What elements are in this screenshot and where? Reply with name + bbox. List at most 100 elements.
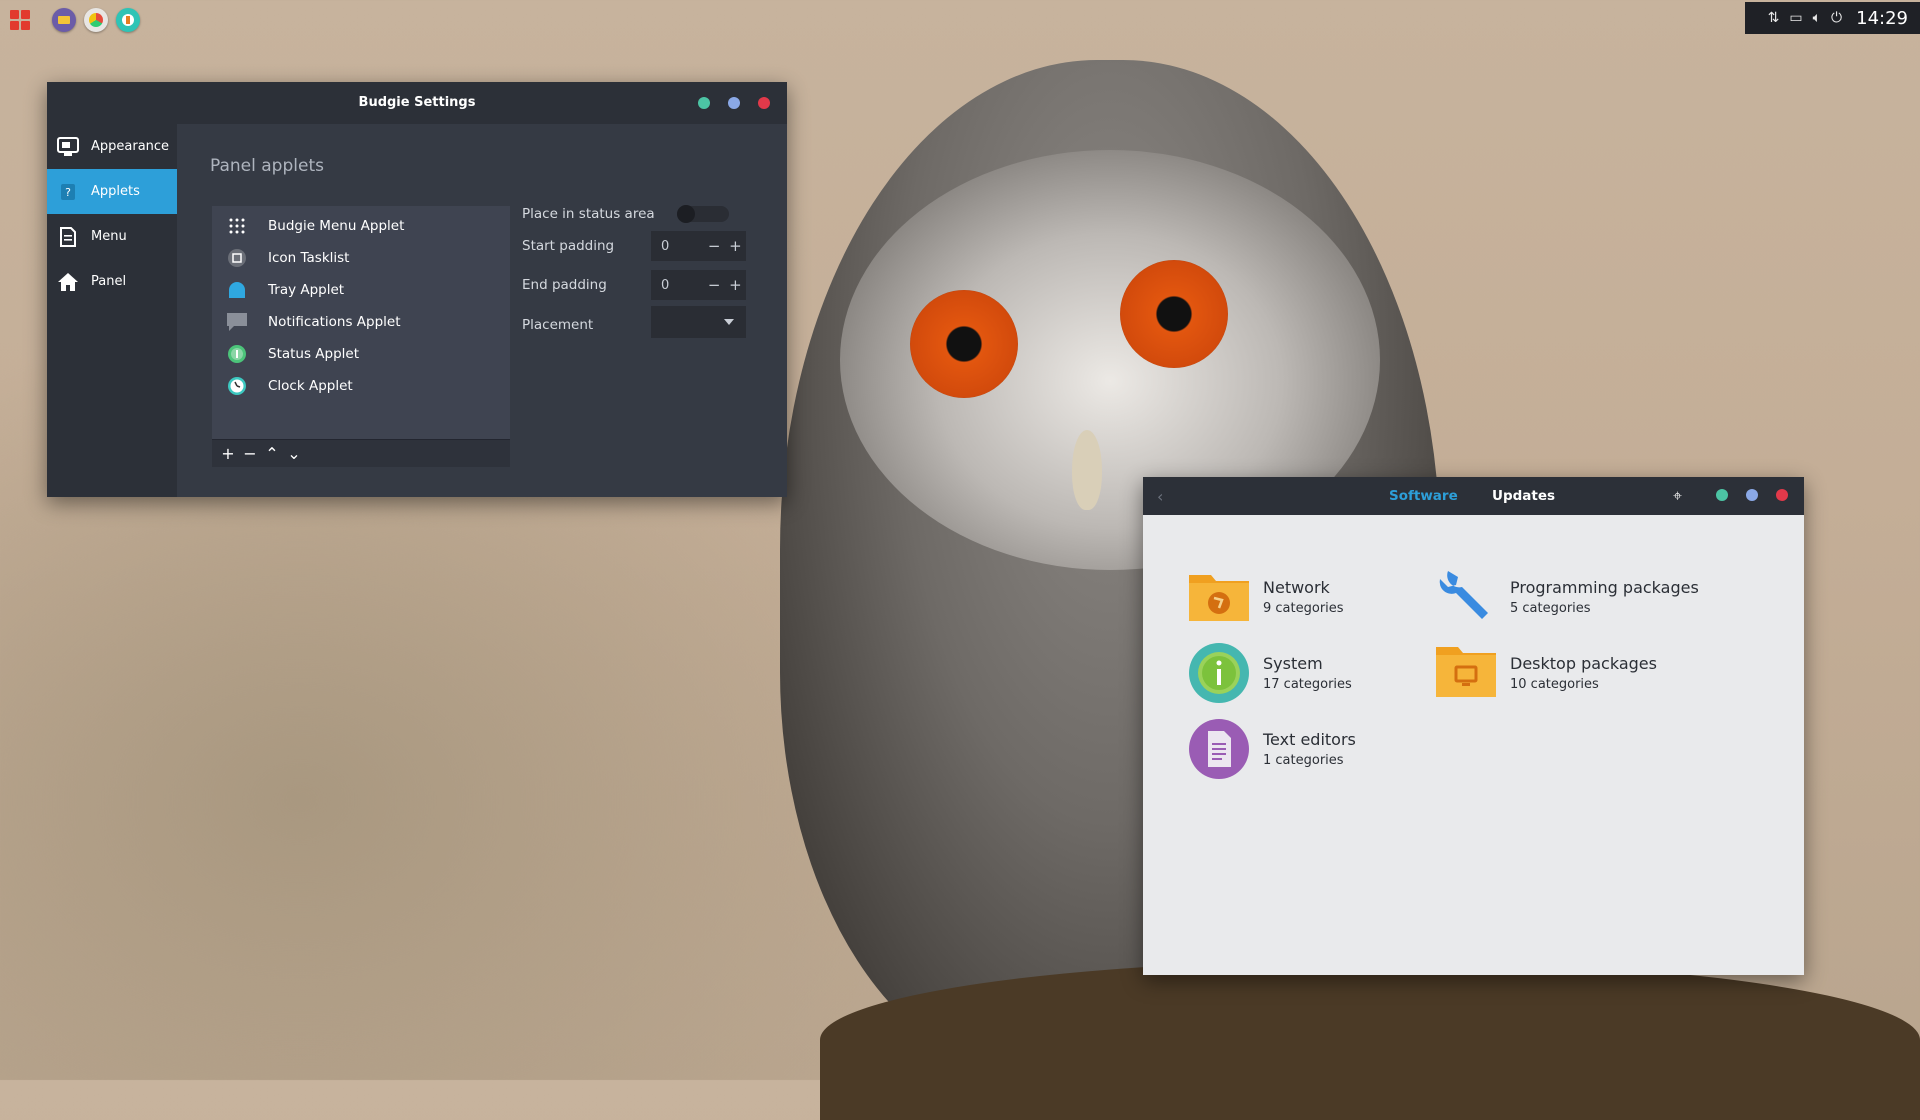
window-title: Budgie Settings xyxy=(358,95,476,110)
remove-applet-button[interactable]: − xyxy=(242,444,258,463)
list-item[interactable]: Status Applet xyxy=(212,338,510,370)
software-center-icon[interactable] xyxy=(116,8,140,32)
category-desktop-packages[interactable]: Desktop packages 10 categories xyxy=(1434,641,1657,705)
tab-software[interactable]: Software xyxy=(1389,488,1458,504)
applet-label: Budgie Menu Applet xyxy=(268,218,405,234)
category-count: 1 categories xyxy=(1263,753,1344,768)
category-network[interactable]: Network 9 categories xyxy=(1187,565,1344,629)
settings-sidebar: Appearance ? Applets Menu Panel xyxy=(47,124,177,497)
sidebar-item-panel[interactable]: Panel xyxy=(47,259,177,304)
chevron-left-icon[interactable]: ‹ xyxy=(1157,487,1163,506)
start-padding-stepper[interactable]: 0 − + xyxy=(651,231,746,261)
sidebar-item-applets[interactable]: ? Applets xyxy=(47,169,177,214)
add-applet-button[interactable]: + xyxy=(220,444,236,463)
volume-icon[interactable]: 🔈︎ xyxy=(1813,10,1821,26)
system-info-icon xyxy=(1187,641,1251,705)
list-item[interactable]: Notifications Applet xyxy=(212,306,510,338)
section-heading: Panel applets xyxy=(210,156,324,176)
switch-knob xyxy=(677,205,695,223)
desktop-folder-icon xyxy=(1434,641,1498,705)
perch xyxy=(820,960,1920,1120)
minimize-button[interactable] xyxy=(698,97,710,109)
grid-icon xyxy=(226,215,248,237)
list-item[interactable]: Icon Tasklist xyxy=(212,242,510,274)
status-icon xyxy=(226,343,248,365)
category-system[interactable]: System 17 categories xyxy=(1187,641,1352,705)
sidebar-item-menu[interactable]: Menu xyxy=(47,214,177,259)
start-padding-increment-button[interactable]: + xyxy=(725,237,746,255)
files-icon[interactable] xyxy=(52,8,76,32)
close-button[interactable] xyxy=(1776,489,1788,501)
start-padding-label: Start padding xyxy=(522,238,615,254)
titlebar[interactable]: Budgie Settings xyxy=(47,82,787,124)
category-text-editors[interactable]: Text editors 1 categories xyxy=(1187,717,1356,781)
move-up-button[interactable]: ⌃ xyxy=(264,444,280,463)
clock[interactable]: 14:29 xyxy=(1856,8,1908,29)
tab-updates[interactable]: Updates xyxy=(1492,488,1555,504)
sidebar-item-label: Appearance xyxy=(91,139,170,154)
svg-text:?: ? xyxy=(65,186,71,199)
applet-label: Clock Applet xyxy=(268,378,353,394)
applets-icon: ? xyxy=(57,181,79,203)
category-name: Desktop packages xyxy=(1510,654,1657,673)
end-padding-stepper[interactable]: 0 − + xyxy=(651,270,746,300)
placement-select[interactable] xyxy=(651,306,746,338)
place-in-status-label: Place in status area xyxy=(522,206,655,222)
owl-beak xyxy=(1072,430,1102,510)
category-name: Network xyxy=(1263,578,1330,597)
start-padding-value[interactable]: 0 xyxy=(651,239,704,254)
notification-icon xyxy=(226,311,248,333)
applet-list: Budgie Menu Applet Icon Tasklist Tray Ap… xyxy=(212,206,510,446)
list-item[interactable]: Tray Applet xyxy=(212,274,510,306)
sidebar-item-label: Panel xyxy=(91,274,127,289)
software-window: ‹ Software Updates ⌖ Network 9 categorie… xyxy=(1143,477,1804,975)
power-icon[interactable]: ⏻ xyxy=(1831,10,1842,26)
network-folder-icon xyxy=(1187,565,1251,629)
notification-icon[interactable]: ▭ xyxy=(1789,10,1802,26)
category-name: System xyxy=(1263,654,1323,673)
maximize-button[interactable] xyxy=(1746,489,1758,501)
end-padding-label: End padding xyxy=(522,277,607,293)
category-count: 17 categories xyxy=(1263,677,1352,692)
network-transfer-icon[interactable]: ⇅ xyxy=(1768,10,1780,26)
system-tray: ⇅ ▭ 🔈︎ ⏻ 14:29 xyxy=(1745,2,1920,34)
tray-icon xyxy=(226,279,248,301)
end-padding-increment-button[interactable]: + xyxy=(725,276,746,294)
home-icon xyxy=(57,271,79,293)
document-icon xyxy=(57,226,79,248)
applet-list-toolbar: + − ⌃ ⌄ xyxy=(212,439,510,467)
appearance-icon xyxy=(57,136,79,158)
list-item[interactable]: Budgie Menu Applet xyxy=(212,210,510,242)
list-item[interactable]: Clock Applet xyxy=(212,370,510,402)
chevron-down-icon xyxy=(724,319,734,325)
placement-label: Placement xyxy=(522,317,594,333)
applet-label: Status Applet xyxy=(268,346,360,362)
owl-right-eye xyxy=(1120,260,1228,368)
start-padding-decrement-button[interactable]: − xyxy=(704,237,725,255)
applet-label: Icon Tasklist xyxy=(268,250,350,266)
end-padding-value[interactable]: 0 xyxy=(651,278,704,293)
budgie-settings-window: Budgie Settings Appearance ? Applets Men… xyxy=(47,82,787,497)
sidebar-item-label: Menu xyxy=(91,229,127,244)
place-in-status-switch[interactable] xyxy=(677,205,729,223)
top-panel: ⇅ ▭ 🔈︎ ⏻ 14:29 xyxy=(0,0,1920,38)
titlebar[interactable]: ‹ Software Updates ⌖ xyxy=(1143,477,1804,515)
applet-label: Tray Applet xyxy=(268,282,345,298)
browser-icon[interactable] xyxy=(84,8,108,32)
wrench-icon xyxy=(1434,565,1498,629)
text-editor-icon xyxy=(1187,717,1251,781)
end-padding-decrement-button[interactable]: − xyxy=(704,276,725,294)
category-programming-packages[interactable]: Programming packages 5 categories xyxy=(1434,565,1699,629)
app-menu-icon[interactable] xyxy=(10,10,30,30)
category-name: Text editors xyxy=(1263,730,1356,749)
close-button[interactable] xyxy=(758,97,770,109)
category-count: 5 categories xyxy=(1510,601,1591,616)
maximize-button[interactable] xyxy=(728,97,740,109)
clock-icon xyxy=(226,375,248,397)
move-down-button[interactable]: ⌄ xyxy=(286,444,302,463)
category-name: Programming packages xyxy=(1510,578,1699,597)
category-count: 10 categories xyxy=(1510,677,1599,692)
sidebar-item-appearance[interactable]: Appearance xyxy=(47,124,177,169)
minimize-button[interactable] xyxy=(1716,489,1728,501)
settings-icon[interactable]: ⌖ xyxy=(1673,486,1682,506)
